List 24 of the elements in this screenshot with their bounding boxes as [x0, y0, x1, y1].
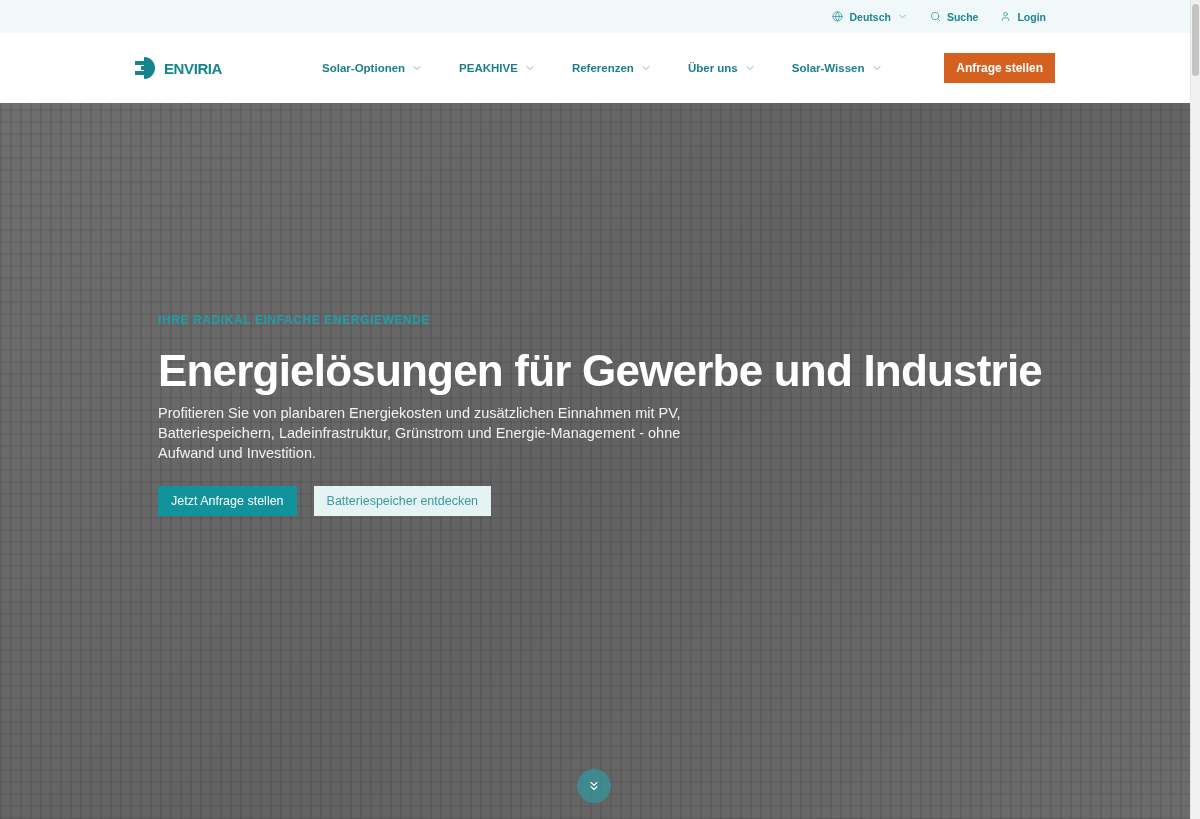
scroll-down-button[interactable]	[577, 769, 611, 803]
nav-link[interactable]: Über uns	[687, 62, 756, 74]
globe-icon	[832, 11, 844, 22]
nav-link[interactable]: Solar-Optionen	[322, 62, 424, 74]
logo-icon	[135, 57, 157, 79]
scrollbar-thumb[interactable]	[1192, 4, 1199, 76]
request-button[interactable]: Jetzt Anfrage stellen	[158, 486, 297, 516]
logo[interactable]: ENVIRIA	[135, 57, 223, 79]
scrollbar[interactable]	[1190, 0, 1200, 819]
nav-link[interactable]: Solar-Wissen	[791, 62, 883, 74]
hero-text: Profitieren Sie von planbaren Energiekosten und zusätzlichen Einnahmen mit PV, Batteriespeichern, Ladeinfrastruktur, Grünstrom und Energie-Management - ohne Aufwand und Investition.	[158, 404, 682, 463]
discover-button[interactable]: Batteriespeicher entdecken	[313, 486, 492, 516]
login-link[interactable]: Login	[1000, 10, 1046, 23]
hero-eyebrow: IHRE RADIKAL EINFACHE ENERGIEWENDE	[158, 313, 431, 327]
language-link[interactable]: Deutsch	[832, 10, 908, 23]
nav-link[interactable]: Referenzen	[571, 62, 652, 74]
user-icon	[1000, 11, 1012, 22]
search-link[interactable]: Suche	[929, 10, 979, 23]
nav-link[interactable]: PEAKHIVE	[459, 62, 536, 74]
search-icon	[929, 11, 941, 22]
chevrons-down-icon	[587, 779, 601, 793]
request-button[interactable]: Anfrage stellen	[944, 53, 1055, 83]
hero-title: Energielösungen für Gewerbe und Industrie	[158, 345, 1042, 397]
logo-text: ENVIRIA	[164, 59, 223, 77]
